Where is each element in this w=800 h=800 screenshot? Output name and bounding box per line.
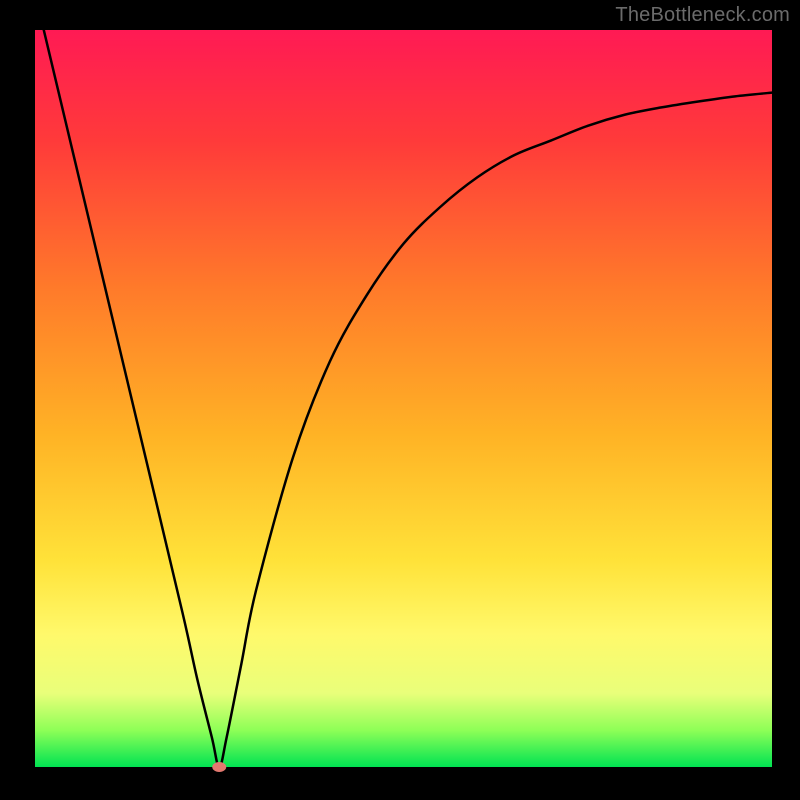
bottleneck-chart — [0, 0, 800, 800]
minimum-marker — [212, 762, 226, 772]
watermark-label: TheBottleneck.com — [615, 4, 790, 27]
chart-frame: TheBottleneck.com — [0, 0, 800, 800]
plot-background — [35, 30, 772, 767]
